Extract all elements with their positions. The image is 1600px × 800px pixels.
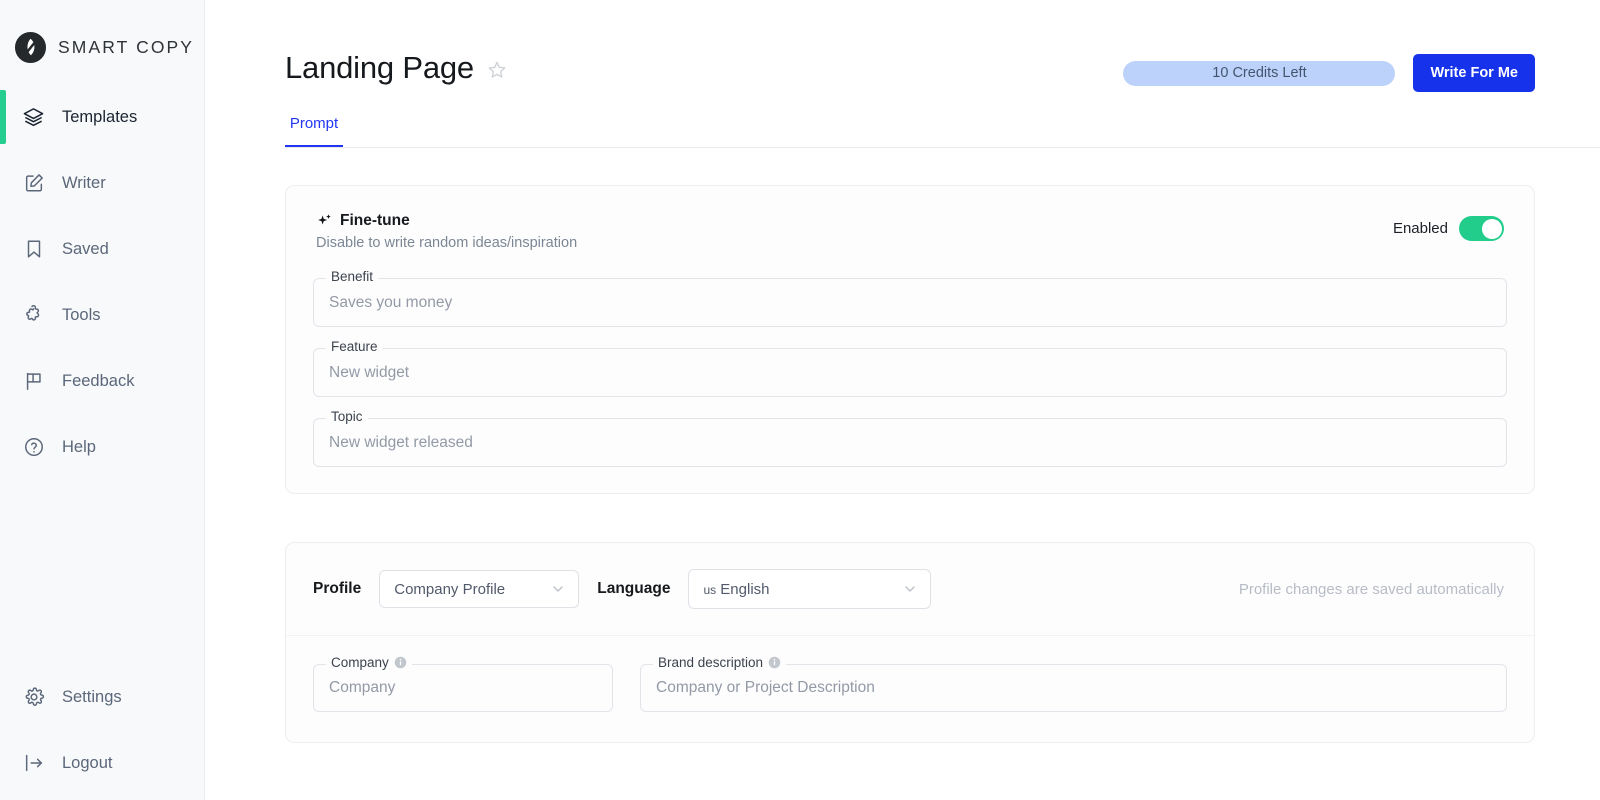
- language-name: English: [720, 580, 770, 598]
- sidebar-item-label: Writer: [62, 173, 106, 192]
- sidebar-item-label: Logout: [62, 753, 113, 772]
- feature-field[interactable]: Feature New widget: [313, 340, 1507, 397]
- brand[interactable]: SMART COPY: [0, 0, 204, 76]
- finetune-heading-block: Fine-tune Disable to write random ideas/…: [316, 212, 577, 251]
- benefit-field[interactable]: Benefit Saves you money: [313, 270, 1507, 327]
- logout-icon: [22, 752, 45, 775]
- finetune-toggle-label: Enabled: [1392, 220, 1448, 237]
- finetune-toggle[interactable]: [1459, 216, 1504, 241]
- finetune-subtitle: Disable to write random ideas/inspiratio…: [316, 235, 578, 251]
- star-outline-icon[interactable]: [486, 59, 508, 81]
- sidebar-item-label: Templates: [62, 107, 138, 126]
- sidebar-item-tools[interactable]: Tools: [0, 282, 204, 348]
- brand-description-field[interactable]: Brand description Company or Project Des…: [640, 656, 1507, 712]
- sidebar-item-feedback[interactable]: Feedback: [0, 348, 204, 414]
- feature-input[interactable]: New widget: [329, 348, 1493, 397]
- brand-name: SMART COPY: [58, 36, 195, 57]
- tab-bar: Prompt: [285, 100, 1600, 148]
- profile-fields: Company Company Brand description Compan…: [286, 636, 1534, 742]
- page-title-wrap: Landing Page: [285, 52, 508, 83]
- sidebar-item-settings[interactable]: Settings: [0, 664, 204, 730]
- profile-card: Profile Company Profile Language us Engl…: [285, 542, 1535, 743]
- toggle-knob: [1481, 218, 1502, 239]
- credits-badge[interactable]: 10 Credits Left: [1123, 60, 1396, 86]
- language-flag: us: [703, 582, 717, 597]
- profile-select-value: Company Profile: [394, 580, 506, 598]
- sidebar-item-label: Help: [62, 437, 96, 456]
- sidebar-item-label: Tools: [62, 305, 101, 324]
- company-field[interactable]: Company Company: [313, 656, 613, 712]
- sidebar-item-writer[interactable]: Writer: [0, 150, 204, 216]
- finetune-header: Fine-tune Disable to write random ideas/…: [286, 186, 1534, 251]
- gear-icon: [22, 686, 45, 709]
- pencil-square-icon: [22, 172, 45, 195]
- bookmark-icon: [22, 238, 45, 261]
- profile-select-label: Profile: [313, 580, 362, 597]
- brand-description-input[interactable]: Company or Project Description: [656, 664, 1493, 712]
- header-actions: 10 Credits Left Write For Me: [1123, 52, 1535, 92]
- smart-copy-logo-icon: [14, 31, 47, 64]
- sidebar-nav: Templates Writer Saved Tools Feedback He…: [0, 76, 204, 480]
- finetune-title: Fine-tune: [340, 212, 410, 229]
- main-inner: Landing Page 10 Credits Left Write For M…: [205, 0, 1600, 743]
- finetune-title-row: Fine-tune: [316, 212, 577, 230]
- profile-settings-row: Profile Company Profile Language us Engl…: [286, 543, 1534, 636]
- question-circle-icon: [22, 436, 45, 459]
- topic-input[interactable]: New widget released: [329, 418, 1493, 467]
- page-title: Landing Page: [285, 50, 474, 85]
- page-header: Landing Page 10 Credits Left Write For M…: [285, 0, 1535, 92]
- sidebar-bottom-nav: Settings Logout: [0, 656, 204, 800]
- language-select-value: us English: [703, 581, 892, 598]
- sidebar-item-help[interactable]: Help: [0, 414, 204, 480]
- write-for-me-button[interactable]: Write For Me: [1413, 54, 1535, 92]
- flag-icon: [22, 370, 45, 393]
- chevron-down-icon: [902, 581, 918, 597]
- finetune-toggle-wrap: Enabled: [1393, 212, 1504, 241]
- profile-select[interactable]: Company Profile: [379, 570, 580, 608]
- brand-description-column: Brand description Company or Project Des…: [640, 656, 1507, 712]
- sidebar-item-label: Saved: [62, 239, 109, 258]
- tab-bar-divider: [285, 147, 1600, 148]
- puzzle-icon: [22, 304, 45, 327]
- main-content: Landing Page 10 Credits Left Write For M…: [205, 0, 1600, 800]
- profile-autosave-note: Profile changes are saved automatically: [1238, 580, 1504, 598]
- sparkle-icon: [316, 213, 333, 230]
- benefit-input[interactable]: Saves you money: [329, 278, 1493, 327]
- sidebar-item-label: Feedback: [62, 371, 135, 390]
- language-select[interactable]: us English: [688, 569, 932, 609]
- layers-icon: [22, 106, 45, 129]
- company-column: Company Company: [313, 656, 613, 712]
- topic-field[interactable]: Topic New widget released: [313, 410, 1507, 467]
- sidebar-item-templates[interactable]: Templates: [0, 84, 204, 150]
- chevron-down-icon: [550, 581, 566, 597]
- company-input[interactable]: Company: [329, 664, 599, 712]
- sidebar-item-logout[interactable]: Logout: [0, 730, 204, 796]
- sidebar-item-label: Settings: [62, 687, 122, 706]
- sidebar-item-saved[interactable]: Saved: [0, 216, 204, 282]
- tab-prompt[interactable]: Prompt: [285, 100, 343, 147]
- language-select-label: Language: [597, 580, 671, 597]
- sidebar: SMART COPY Templates Writer Saved Tools …: [0, 0, 205, 800]
- app-root: SMART COPY Templates Writer Saved Tools …: [0, 0, 1600, 800]
- finetune-fields: Benefit Saves you money Feature New widg…: [286, 251, 1534, 493]
- finetune-card: Fine-tune Disable to write random ideas/…: [285, 185, 1535, 494]
